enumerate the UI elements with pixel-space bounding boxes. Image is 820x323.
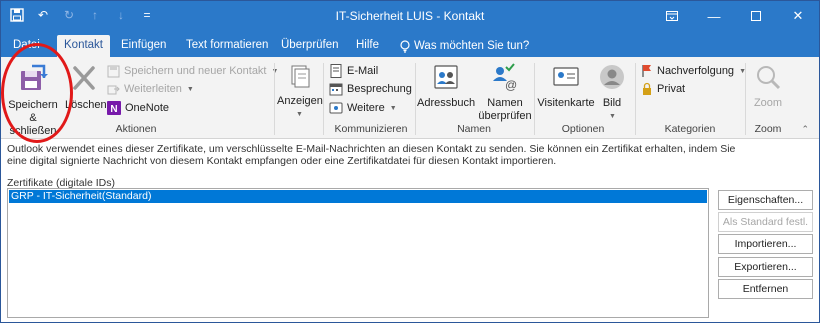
forward-icon <box>107 85 120 94</box>
chevron-down-icon: ▼ <box>389 104 397 112</box>
certificate-info-text: Outlook verwendet eines dieser Zertifika… <box>7 143 815 167</box>
show-button[interactable]: Anzeigen ▼ <box>277 63 323 121</box>
tell-me-search[interactable]: Was möchten Sie tun? <box>393 35 536 57</box>
ribbon: Speichern & schließen Löschen Speichern … <box>1 57 819 139</box>
group-separator <box>635 63 636 135</box>
lightbulb-icon <box>400 39 410 53</box>
info-line-2: eine digital signierte Nachricht von die… <box>7 155 557 167</box>
show-pages-icon <box>291 65 310 88</box>
chevron-down-icon: ▼ <box>296 111 303 118</box>
person-picture-icon <box>600 65 624 89</box>
forward-button[interactable]: Weiterleiten ▼ <box>107 81 194 97</box>
set-default-button[interactable]: Als Standard festl. <box>718 212 813 232</box>
business-card-icon <box>553 67 579 86</box>
tab-kontakt[interactable]: Kontakt <box>57 35 110 57</box>
check-names-label-2: überprüfen <box>478 110 532 122</box>
properties-button[interactable]: Eigenschaften... <box>718 190 813 210</box>
close-icon[interactable]: ✕ <box>777 1 819 31</box>
maximize-icon[interactable] <box>735 1 777 31</box>
svg-text:N: N <box>110 104 117 115</box>
annotation-circle <box>1 43 73 143</box>
meeting-label: Besprechung <box>347 83 412 95</box>
onenote-icon: N <box>107 101 121 115</box>
ribbon-tabs: Datei Kontakt Einfügen Text formatieren … <box>1 31 819 57</box>
email-icon <box>330 64 342 78</box>
group-label-zoom: Zoom <box>754 123 782 135</box>
more-communicate-button[interactable]: Weitere ▼ <box>329 100 397 116</box>
address-book-icon <box>434 65 458 89</box>
chevron-down-icon: ▼ <box>609 113 616 120</box>
svg-text:@: @ <box>505 78 517 91</box>
followup-button[interactable]: Nachverfolgung ▼ <box>641 63 746 79</box>
list-item[interactable]: GRP - IT-Sicherheit(Standard) <box>9 190 707 203</box>
meeting-button[interactable]: Besprechung <box>329 81 412 97</box>
check-names-icon: @ <box>493 63 517 92</box>
export-button[interactable]: Exportieren... <box>718 257 813 277</box>
email-label: E-Mail <box>347 65 379 77</box>
ribbon-display-options-icon[interactable] <box>651 1 693 31</box>
save-new-icon <box>107 65 120 77</box>
title-bar: ↶ ↻ ↑ ↓ = IT-Sicherheit LUIS - Kontakt —… <box>1 1 819 31</box>
tab-einfuegen[interactable]: Einfügen <box>114 35 173 57</box>
zoom-label: Zoom <box>753 97 783 109</box>
certificates-list[interactable]: GRP - IT-Sicherheit(Standard) <box>7 188 709 318</box>
group-label-aktionen: Aktionen <box>115 123 157 135</box>
group-label-namen: Namen <box>457 123 491 135</box>
more-icon <box>329 102 343 114</box>
picture-button[interactable]: Bild ▼ <box>597 63 627 123</box>
group-label-optionen: Optionen <box>561 123 605 135</box>
tell-me-label: Was möchten Sie tun? <box>414 40 530 52</box>
minimize-icon[interactable]: — <box>693 1 735 31</box>
collapse-ribbon-icon[interactable]: ⌃ <box>801 124 809 135</box>
picture-label: Bild <box>602 97 622 109</box>
delete-x-icon <box>73 66 95 90</box>
group-separator <box>274 63 275 135</box>
forward-label: Weiterleiten <box>124 83 182 95</box>
window-controls: — ✕ <box>651 1 819 31</box>
save-new-contact-button[interactable]: Speichern und neuer Kontakt▼ <box>107 63 278 79</box>
contact-window: ↶ ↻ ↑ ↓ = IT-Sicherheit LUIS - Kontakt —… <box>0 0 820 323</box>
zoom-button[interactable]: Zoom <box>749 63 787 110</box>
address-book-label: Adressbuch <box>417 97 476 109</box>
import-button[interactable]: Importieren... <box>718 234 813 254</box>
group-separator <box>323 63 324 135</box>
private-label: Privat <box>657 83 686 95</box>
onenote-button[interactable]: N OneNote <box>107 100 169 116</box>
show-label: Anzeigen <box>277 95 323 107</box>
flag-icon <box>642 65 651 77</box>
tab-hilfe[interactable]: Hilfe <box>349 35 386 57</box>
magnifier-icon <box>757 66 781 90</box>
group-separator <box>745 63 746 135</box>
business-card-label: Visitenkarte <box>537 97 595 109</box>
email-button[interactable]: E-Mail <box>329 63 378 79</box>
more-communicate-label: Weitere <box>347 102 385 114</box>
business-card-button[interactable]: Visitenkarte <box>537 63 595 110</box>
check-names-button[interactable]: @ Namen überprüfen <box>477 63 533 123</box>
check-names-label-1: Namen <box>487 97 523 109</box>
lock-icon <box>643 82 651 95</box>
followup-label: Nachverfolgung <box>657 65 735 77</box>
address-book-button[interactable]: Adressbuch <box>417 63 475 110</box>
onenote-label: OneNote <box>125 102 170 114</box>
tab-text-formatieren[interactable]: Text formatieren <box>179 35 275 57</box>
calendar-icon <box>329 83 343 96</box>
group-label-kategorien: Kategorien <box>664 123 716 135</box>
info-line-1: Outlook verwendet eines dieser Zertifika… <box>7 143 736 155</box>
private-button[interactable]: Privat <box>641 81 685 97</box>
save-new-label: Speichern und neuer Kontakt <box>124 65 267 77</box>
remove-button[interactable]: Entfernen <box>718 279 813 299</box>
group-label-kommunizieren: Kommunizieren <box>334 123 408 135</box>
chevron-down-icon: ▼ <box>186 85 194 93</box>
tab-ueberpruefen[interactable]: Überprüfen <box>274 35 346 57</box>
